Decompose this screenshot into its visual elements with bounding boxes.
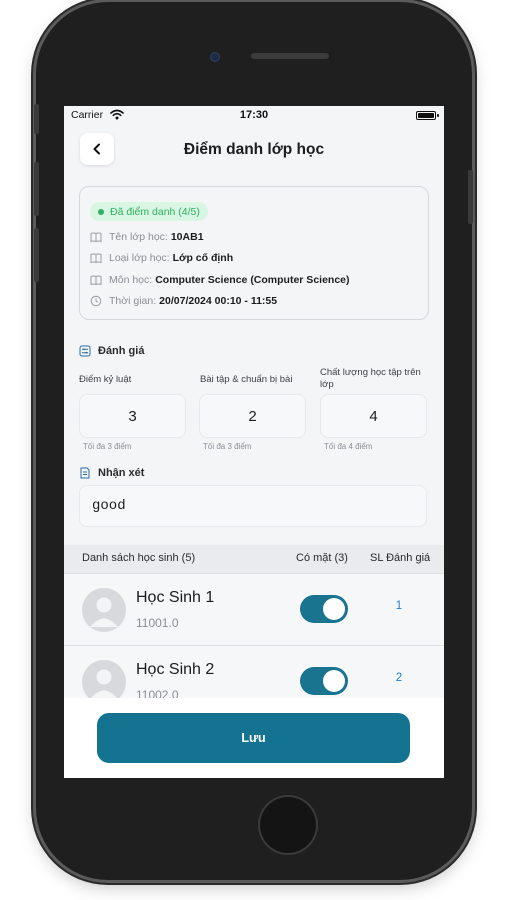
user-avatar-icon — [90, 597, 118, 627]
avatar — [82, 588, 126, 632]
score-input-discipline[interactable]: 3 — [79, 394, 186, 438]
save-button[interactable]: Lưu — [97, 713, 410, 763]
note-icon — [80, 467, 90, 479]
volume-down-button — [34, 228, 39, 282]
evaluation-section-title: Đánh giá — [79, 343, 144, 359]
max-note-homework: Tối đa 3 điểm — [203, 442, 252, 451]
info-value: 20/07/2024 00:10 - 11:55 — [159, 295, 278, 307]
status-time: 17:30 — [239, 109, 269, 121]
student-code: 11001.0 — [136, 616, 179, 630]
criterion-label-class-quality: Chất lượng học tập trên lớp — [320, 367, 421, 390]
attendance-toggle[interactable] — [300, 595, 348, 623]
info-value: 10AB1 — [170, 231, 204, 243]
attendance-status-badge: Đã điểm danh (4/5) — [90, 202, 208, 221]
attendance-toggle[interactable] — [300, 667, 348, 695]
evaluation-count-column-header: SL Đánh giá — [370, 552, 431, 564]
battery-icon — [416, 111, 439, 120]
criterion-label-discipline: Điểm kỷ luật — [79, 374, 132, 385]
max-note-discipline: Tối đa 3 điểm — [83, 442, 132, 451]
info-label: Loại lớp học: — [109, 252, 170, 264]
student-row[interactable]: Học Sinh 1 11001.0 1 — [64, 573, 444, 645]
evaluation-count-link[interactable]: 2 — [384, 672, 414, 684]
comment-title-text: Nhận xét — [98, 467, 145, 479]
present-column-header: Có mặt (3) — [296, 552, 348, 564]
comment-section-title: Nhận xét — [79, 465, 144, 481]
evaluation-icon — [79, 345, 91, 357]
info-label: Thời gian: — [109, 295, 157, 307]
footer-bar: Lưu — [64, 698, 444, 778]
student-list-header: Danh sách học sinh (5) Có mặt (3) SL Đán… — [64, 545, 444, 573]
info-value: Computer Science (Computer Science) — [155, 274, 350, 286]
page-title: Điểm danh lớp học — [183, 141, 325, 158]
student-name: Học Sinh 2 — [136, 661, 215, 678]
student-list-title: Danh sách học sinh (5) — [82, 552, 196, 564]
front-camera — [210, 52, 220, 62]
info-row-time: Thời gian: 20/07/2024 00:10 - 11:55 — [90, 293, 277, 309]
book-icon — [90, 253, 102, 264]
score-input-class-quality[interactable]: 4 — [320, 394, 427, 438]
max-note-class-quality: Tối đa 4 điểm — [324, 442, 373, 451]
app-screen: Carrier 17:30 Điểm danh lớp học Đã điểm … — [64, 106, 444, 778]
book-icon — [90, 275, 102, 286]
info-row-class-type: Loại lớp học: Lớp cố định — [90, 250, 233, 266]
status-bar: Carrier 17:30 — [64, 106, 444, 126]
attendance-status-text: Đã điểm danh (4/5) — [110, 205, 200, 218]
info-label: Tên lớp học: — [109, 231, 168, 243]
status-dot-icon — [98, 208, 104, 215]
mute-switch — [34, 104, 39, 134]
comment-input[interactable]: good — [79, 485, 427, 527]
score-input-homework[interactable]: 2 — [199, 394, 306, 438]
evaluation-title-text: Đánh giá — [98, 345, 145, 357]
info-value: Lớp cố định — [172, 252, 234, 264]
power-button — [468, 170, 473, 224]
info-row-class-name: Tên lớp học: 10AB1 — [90, 229, 204, 245]
evaluation-count-link[interactable]: 1 — [384, 600, 414, 612]
student-name: Học Sinh 1 — [136, 589, 215, 606]
clock-icon — [90, 295, 102, 307]
home-button[interactable] — [260, 797, 316, 853]
info-row-subject: Môn học: Computer Science (Computer Scie… — [90, 272, 350, 288]
info-label: Môn học: — [109, 274, 153, 286]
volume-up-button — [34, 162, 39, 216]
earpiece-speaker — [251, 53, 329, 59]
class-info-card: Đã điểm danh (4/5) Tên lớp học: 10AB1 Lo… — [79, 186, 429, 320]
book-icon — [90, 232, 102, 243]
criterion-label-homework: Bài tập & chuẩn bị bài — [200, 374, 293, 385]
